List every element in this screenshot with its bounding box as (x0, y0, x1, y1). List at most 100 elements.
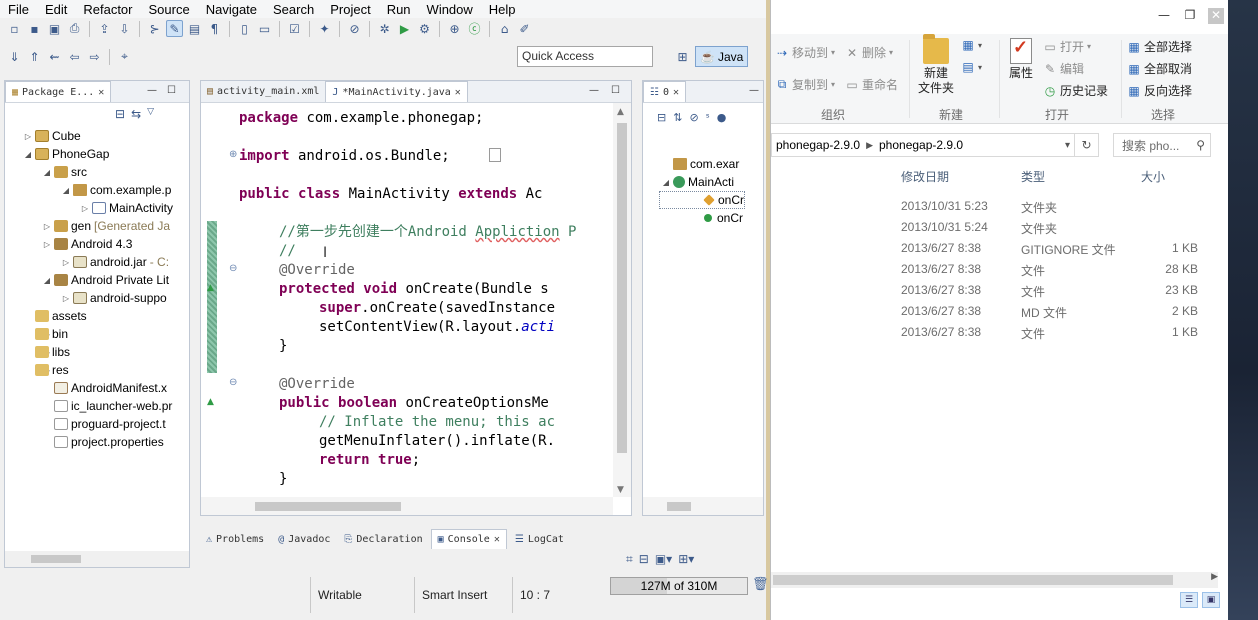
select-all-button[interactable]: ▦ 全部选择 (1127, 38, 1192, 55)
expanded-twisty-icon[interactable]: ◢ (42, 276, 52, 285)
last-edit-location-icon[interactable]: ⇜ (46, 48, 63, 65)
menu-refactor[interactable]: Refactor (75, 2, 140, 17)
toggle-breadcrumb-icon[interactable]: ⊱ (146, 20, 163, 37)
menu-help[interactable]: Help (481, 2, 524, 17)
tab-declaration[interactable]: ⎘ Declaration (338, 529, 428, 549)
open-type-icon[interactable]: ⌂ (496, 20, 513, 37)
view-menu-icon[interactable]: ▽ (147, 107, 154, 121)
print-icon[interactable]: ⎙ (66, 20, 83, 37)
close-tab-icon[interactable]: ✕ (455, 87, 461, 98)
delete-button[interactable]: ✕ 删除 ▾ (845, 44, 893, 61)
tree-node[interactable]: ◢ com.example.p (5, 181, 189, 199)
fold-expand-icon[interactable]: ⊕ (229, 149, 237, 160)
editor-tab[interactable]: ▤ activity_main.xml (201, 81, 325, 102)
close-tab-icon[interactable]: ✕ (98, 87, 104, 98)
edit-button[interactable]: ✎ 编辑 (1043, 60, 1084, 77)
tree-node[interactable]: AndroidManifest.x (5, 379, 189, 397)
invert-selection-button[interactable]: ▦ 反向选择 (1127, 82, 1192, 99)
history-button[interactable]: ◷ 历史记录 (1043, 82, 1108, 99)
breadcrumb-folder[interactable]: phonegap-2.9.0 (879, 138, 963, 152)
expanded-twisty-icon[interactable]: ◢ (661, 178, 671, 187)
tab-problems[interactable]: ⚠ Problems (200, 529, 270, 549)
hide-static-icon[interactable]: ˢ (706, 111, 710, 124)
package-explorer-horizontal-scrollbar[interactable] (5, 551, 189, 567)
tree-node[interactable]: ◢ Android Private Lit (5, 271, 189, 289)
menu-window[interactable]: Window (419, 2, 481, 17)
column-modified-date[interactable]: 修改日期 (901, 168, 949, 185)
refresh-icon[interactable]: ↻ (1075, 133, 1099, 157)
minimize-icon[interactable]: — (1156, 8, 1172, 24)
previous-annotation-icon[interactable]: ⇑ (26, 48, 43, 65)
tree-node[interactable]: ▷ gen [Generated Ja (5, 217, 189, 235)
tab-javadoc[interactable]: @ Javadoc (272, 529, 336, 549)
search-input[interactable]: 搜索 pho... ⚲ (1113, 133, 1211, 157)
file-row[interactable]: 2013/6/27 8:38 MD 文件 2 KB (771, 301, 1228, 322)
pin-console-icon[interactable]: ⌗ (626, 552, 633, 567)
minimize-editor-icon[interactable]: — (589, 85, 599, 96)
outline-horizontal-scrollbar[interactable] (643, 497, 763, 515)
collapsed-twisty-icon[interactable]: ▷ (42, 222, 52, 231)
scroll-lock-icon[interactable]: ⊟ (639, 552, 649, 567)
open-console-icon[interactable]: ⊞▾ (678, 552, 694, 567)
garbage-collect-icon[interactable]: 🗑 (752, 577, 769, 592)
run-icon[interactable]: ▶ (396, 20, 413, 37)
select-none-button[interactable]: ▦ 全部取消 (1127, 60, 1192, 77)
expanded-twisty-icon[interactable]: ◢ (23, 150, 33, 159)
collapse-all-icon[interactable]: ⊟ (657, 111, 666, 124)
file-row[interactable]: 2013/10/31 5:23 文件夹 (771, 196, 1228, 217)
outline-item[interactable]: onCr (659, 191, 746, 209)
close-tab-icon[interactable]: ✕ (673, 87, 679, 98)
back-icon[interactable]: ⇦ (66, 48, 83, 65)
outline-item[interactable]: ◢ MainActi (661, 173, 745, 191)
tab-console[interactable]: ▣ Console ✕ (430, 529, 507, 549)
file-row[interactable]: 2013/6/27 8:38 文件 23 KB (771, 280, 1228, 301)
tree-node[interactable]: ▷libs (5, 343, 189, 361)
mark-occurrences-icon[interactable]: ✎ (166, 20, 183, 37)
hide-fields-icon[interactable]: ⊘ (689, 111, 698, 124)
new-folder-button[interactable]: 新建 文件夹 (915, 34, 957, 96)
new-android-project-icon[interactable]: ✦ (316, 20, 333, 37)
tree-node[interactable]: ▷res (5, 361, 189, 379)
save-icon[interactable]: ▪ (26, 20, 43, 37)
quick-access-input[interactable]: Quick Access (517, 46, 653, 67)
open-button[interactable]: ▭ 打开 ▾ (1043, 38, 1091, 55)
collapsed-twisty-icon[interactable]: ▷ (23, 132, 33, 141)
collapsed-twisty-icon[interactable]: ▷ (61, 258, 71, 267)
debug-icon[interactable]: ✲ (376, 20, 393, 37)
tree-node[interactable]: ◢ PhoneGap (5, 145, 189, 163)
minimize-view-icon[interactable]: — (749, 85, 759, 96)
column-type[interactable]: 类型 (1021, 168, 1045, 185)
menu-source[interactable]: Source (141, 2, 198, 17)
tree-node[interactable]: ◢ src (5, 163, 189, 181)
address-bar[interactable]: phonegap-2.9.0 ▶ phonegap-2.9.0 ▾ (771, 133, 1075, 157)
file-row[interactable]: 2013/6/27 8:38 GITIGNORE 文件 1 KB (771, 238, 1228, 259)
details-view-icon[interactable]: ☰ (1180, 592, 1198, 608)
tree-node[interactable]: ic_launcher-web.pr (5, 397, 189, 415)
easy-access-button[interactable]: ▤ ▾ (961, 60, 982, 74)
outline-item[interactable]: com.exar (661, 155, 745, 173)
maximize-editor-icon[interactable]: ☐ (611, 85, 620, 96)
breadcrumb-folder[interactable]: phonegap-2.9.0 (776, 138, 860, 152)
properties-button[interactable]: 属性 (1003, 38, 1039, 81)
collapsed-twisty-icon[interactable]: ▷ (42, 240, 52, 249)
search-tool-icon[interactable]: ✐ (516, 20, 533, 37)
tree-node[interactable]: proguard-project.t (5, 415, 189, 433)
fold-collapse-icon[interactable]: ⊖ (229, 377, 237, 388)
heap-status[interactable]: 127M of 310M (610, 577, 748, 595)
file-row[interactable]: 2013/6/27 8:38 文件 28 KB (771, 259, 1228, 280)
next-annotation-icon[interactable]: ⇓ (6, 48, 23, 65)
menu-project[interactable]: Project (322, 2, 378, 17)
tree-node[interactable]: ▷ MainActivity (5, 199, 189, 217)
close-tab-icon[interactable]: ✕ (494, 534, 500, 545)
tree-node[interactable]: ▷ Cube (5, 127, 189, 145)
editor-horizontal-scrollbar[interactable] (201, 497, 613, 515)
tree-node[interactable]: ▷ Android 4.3 (5, 235, 189, 253)
editor-vertical-scrollbar[interactable]: ▲ ▼ (613, 103, 631, 497)
minimize-view-icon[interactable]: — (147, 85, 157, 96)
fold-collapse-icon[interactable]: ⊖ (229, 263, 237, 274)
show-whitespace-icon[interactable]: ¶ (206, 20, 223, 37)
forward-icon[interactable]: ⇨ (86, 48, 103, 65)
hide-non-public-icon[interactable]: ● (717, 111, 727, 124)
menu-file[interactable]: File (0, 2, 37, 17)
save-all-icon[interactable]: ▣ (46, 20, 63, 37)
